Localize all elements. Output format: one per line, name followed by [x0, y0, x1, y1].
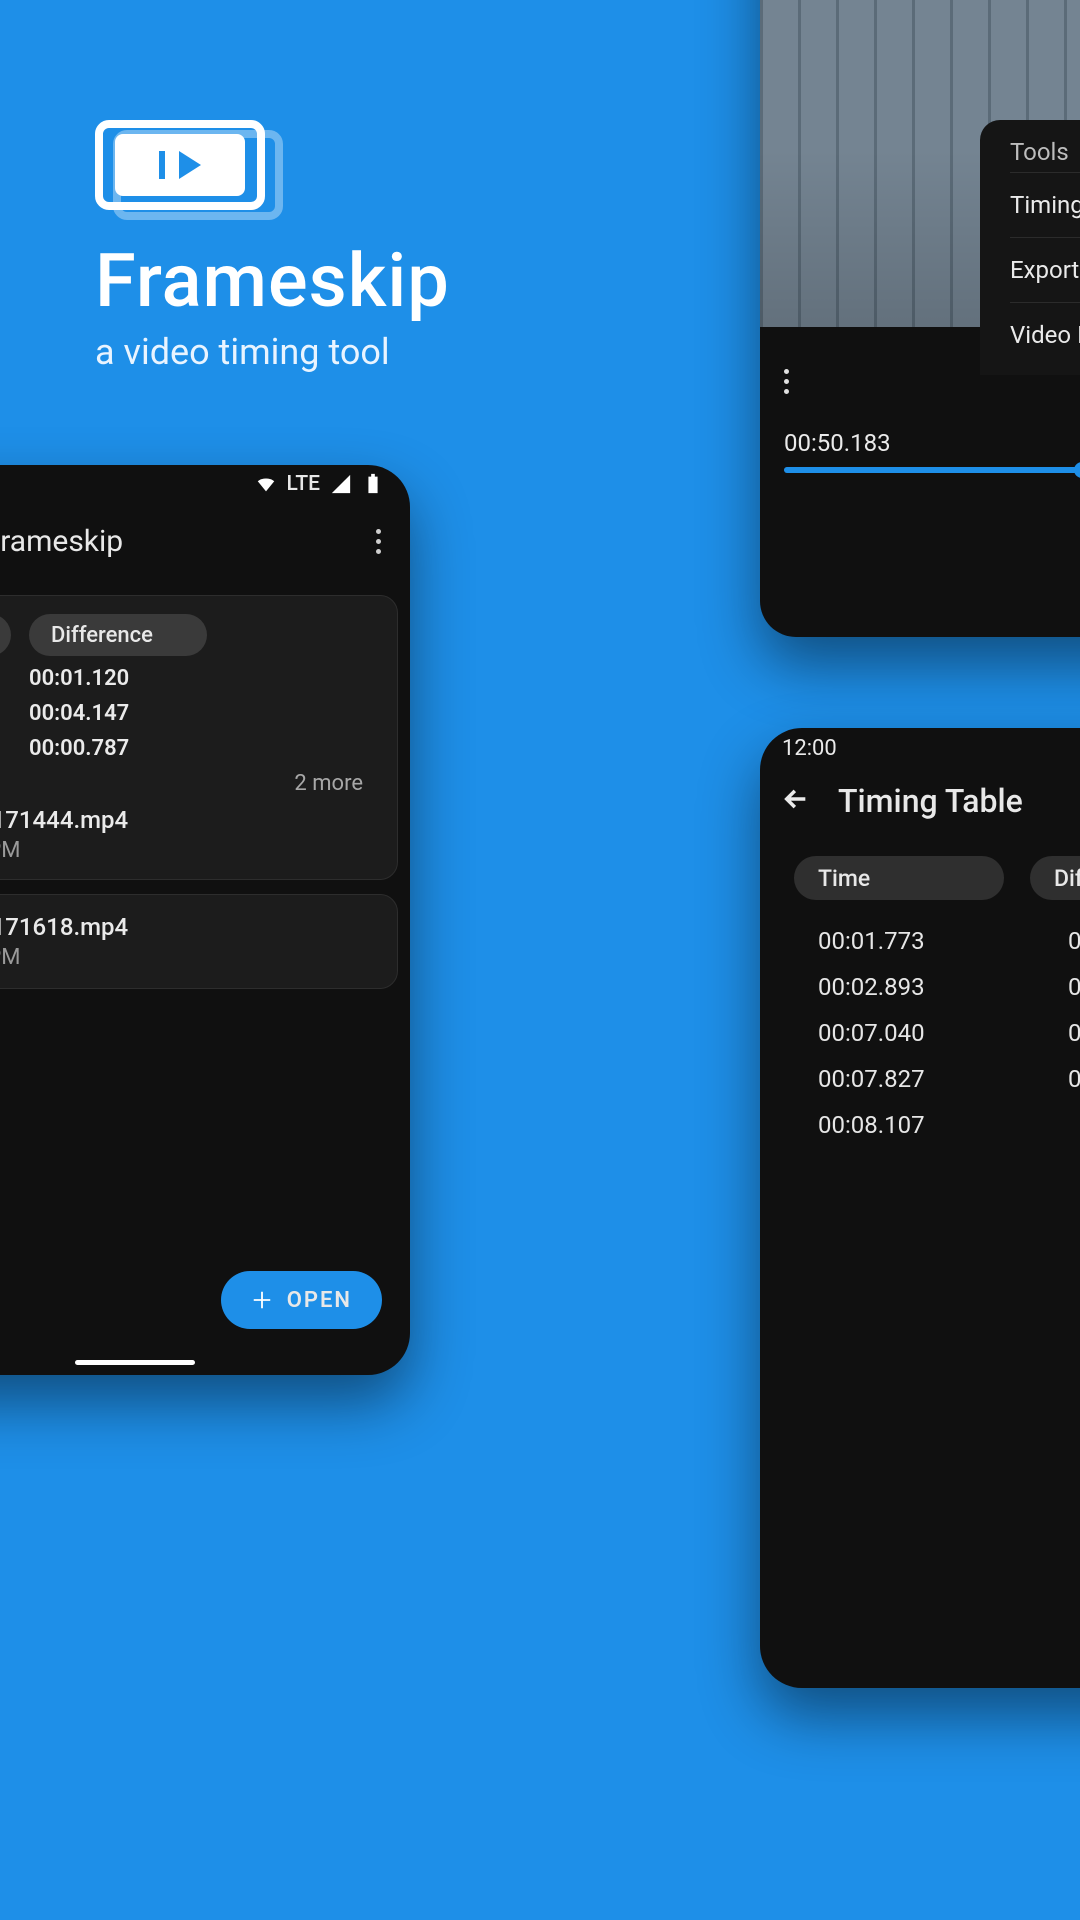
player-controls: 00:50.183 — [760, 327, 1080, 491]
table-row: 00:01.773 00:0 — [818, 918, 1080, 964]
app-bar: Frameskip — [0, 503, 410, 581]
menu-item-timing-table[interactable]: Timing Table — [1010, 172, 1080, 237]
open-button-label: OPEN — [287, 1288, 352, 1313]
column-header-difference: Diffe — [1030, 856, 1080, 900]
hero: Frameskip a video timing tool — [95, 120, 450, 373]
cell-time: 00:01.773 — [0, 666, 11, 691]
app-bar-title: Frameskip — [0, 524, 344, 559]
table-row: 00:02.893 00:0 — [818, 964, 1080, 1010]
seek-thumb-icon[interactable] — [1074, 462, 1080, 478]
plus-icon — [251, 1289, 273, 1311]
cell-time: 00:07.040 — [0, 736, 11, 761]
cell-diff: 00:0 — [1068, 1065, 1080, 1093]
cell-diff: 00:0 — [1068, 927, 1080, 955]
cell-diff: 00:0 — [1068, 1019, 1080, 1047]
cell-diff: 00:00.787 — [29, 736, 207, 761]
file-date: Feb 18 05:16PM — [0, 945, 379, 970]
back-button[interactable] — [782, 785, 810, 817]
status-bar: LTE — [0, 465, 410, 503]
file-name: _20220218_171444.mp4 — [0, 806, 379, 834]
column-header-time: Time — [0, 614, 11, 656]
wifi-icon — [255, 473, 277, 495]
phone-screenshot-list: LTE Frameskip Time Difference 00:01.773 … — [0, 465, 410, 1375]
cell-diff: 00:04.147 — [29, 701, 207, 726]
table-row: 00:08.107 — [818, 1102, 1080, 1148]
tools-menu-header: Tools — [1010, 138, 1080, 166]
phone-screenshot-player: Tools Timing Table Export Frame Video In… — [760, 0, 1080, 637]
file-card[interactable]: Time Difference 00:01.773 00:01.120 00:0… — [0, 595, 398, 880]
more-rows-label[interactable]: 2 more — [0, 771, 363, 796]
open-button[interactable]: OPEN — [221, 1271, 382, 1329]
hero-subtitle: a video timing tool — [95, 331, 450, 373]
cell-time: 00:01.773 — [818, 927, 958, 955]
seek-bar[interactable] — [784, 467, 1080, 473]
column-header-time: Time — [794, 856, 1004, 900]
cell-time: 00:08.107 — [818, 1111, 958, 1139]
battery-icon — [362, 473, 384, 495]
network-label: LTE — [287, 472, 320, 496]
player-timestamp: 00:50.183 — [784, 429, 1080, 457]
cell-time: 00:07.827 — [818, 1065, 958, 1093]
column-header-difference: Difference — [29, 614, 207, 656]
cell-time: 00:02.893 — [818, 973, 958, 1001]
more-icon[interactable] — [784, 369, 789, 394]
cell-time: 00:07.040 — [818, 1019, 958, 1047]
file-date: Feb 18 05:16PM — [0, 838, 379, 863]
status-clock: 12:00 — [782, 736, 837, 761]
cell-time: 00:02.893 — [0, 701, 11, 726]
file-card[interactable]: _20220218_171618.mp4 Feb 18 05:16PM — [0, 894, 398, 989]
more-icon[interactable] — [366, 529, 390, 554]
hero-title: Frameskip — [95, 238, 450, 325]
cell-diff: 00:0 — [1068, 973, 1080, 1001]
app-logo-icon — [95, 120, 265, 210]
phone-screenshot-timing-table: 12:00 Timing Table Time Diffe 00:01.7730… — [760, 728, 1080, 1688]
app-bar: Timing Table — [760, 768, 1080, 842]
menu-item-export-frame[interactable]: Export Frame — [1010, 237, 1080, 302]
arrow-left-icon — [782, 785, 810, 813]
page-title: Timing Table — [838, 782, 1023, 820]
signal-icon — [330, 473, 352, 495]
table-row: 00:07.040 00:00.787 — [0, 736, 379, 761]
file-name: _20220218_171618.mp4 — [0, 913, 379, 941]
table-row: 00:07.827 00:0 — [818, 1056, 1080, 1102]
home-indicator — [75, 1360, 195, 1365]
table-row: 00:07.040 00:0 — [818, 1010, 1080, 1056]
cell-diff: 00:01.120 — [29, 666, 207, 691]
table-row: 00:02.893 00:04.147 — [0, 701, 379, 726]
status-bar: 12:00 — [760, 728, 1080, 768]
table-row: 00:01.773 00:01.120 — [0, 666, 379, 691]
